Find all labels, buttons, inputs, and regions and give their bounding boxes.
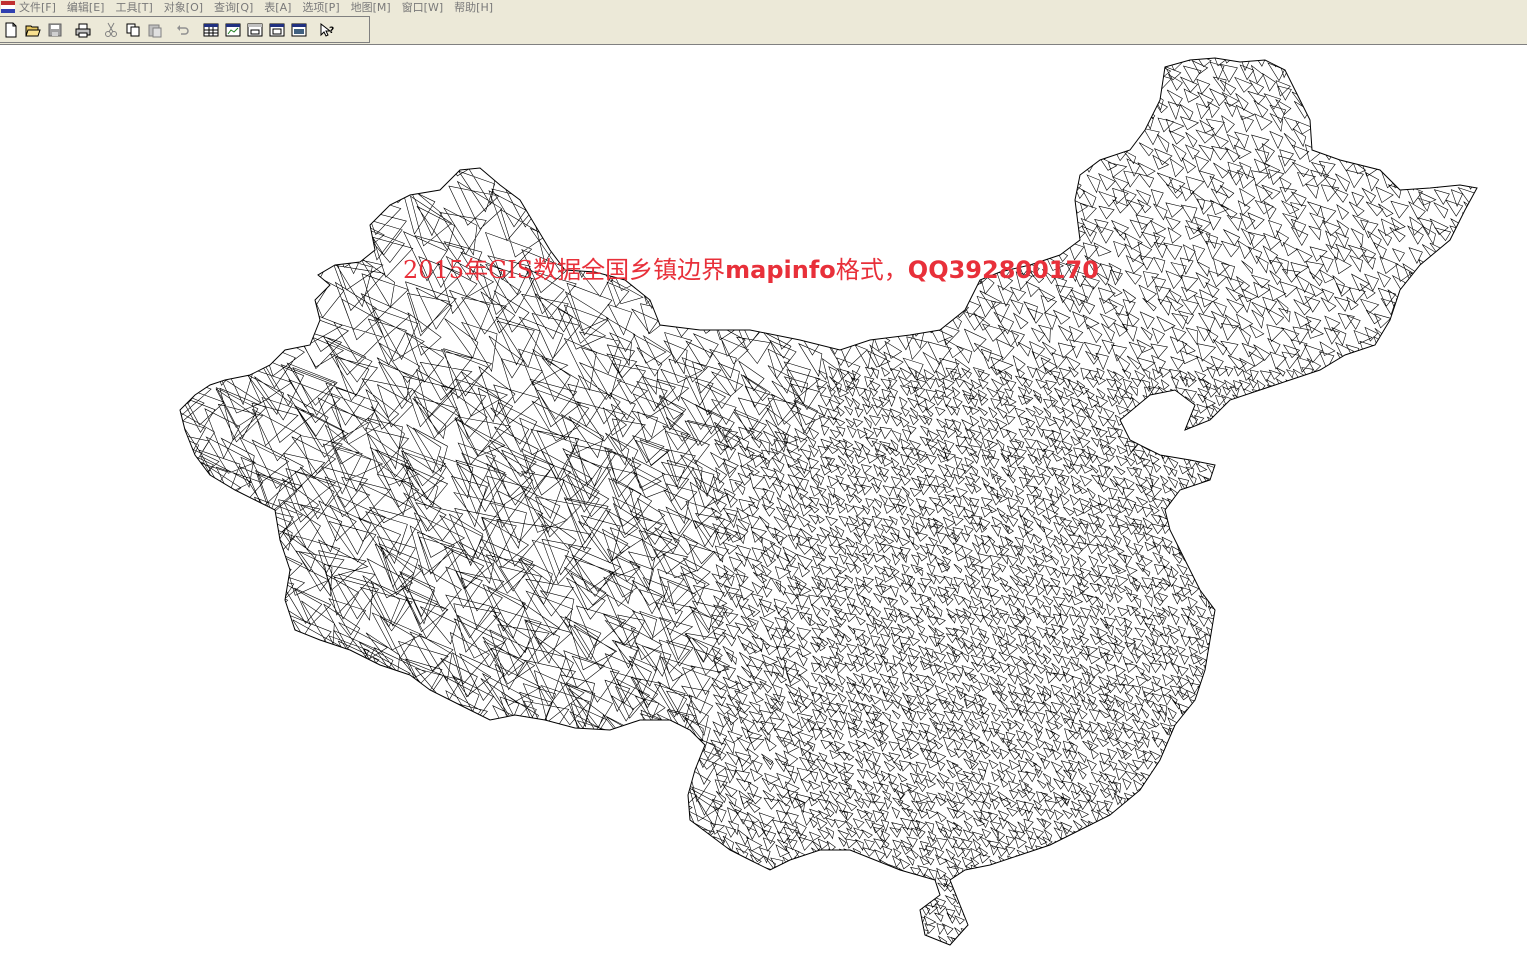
cut-button[interactable] [100, 19, 122, 41]
browser-icon [203, 23, 219, 36]
paste-button[interactable] [144, 19, 166, 41]
township-boundary-map[interactable] [0, 45, 1527, 980]
standard-toolbar: ? [0, 16, 370, 43]
township-boundaries [180, 58, 1477, 945]
menu-table[interactable]: 表[A] [264, 0, 291, 15]
toolbar-area: ? [0, 14, 1527, 45]
copy-button[interactable] [122, 19, 144, 41]
menu-tools[interactable]: 工具[T] [115, 0, 152, 15]
map-window-button[interactable] [222, 19, 244, 41]
menu-help[interactable]: 帮助[H] [454, 0, 493, 15]
paste-icon [148, 24, 162, 37]
redistrict-icon [291, 23, 307, 36]
menu-window[interactable]: 窗口[W] [402, 0, 443, 15]
print-button[interactable] [72, 19, 94, 41]
watermark-text: 2015年GIS数据全国乡镇边界mapinfo格式，QQ392800170 [403, 250, 1099, 285]
boundary-mesh [180, 58, 1477, 945]
print-icon [75, 23, 91, 37]
watermark-description: 数据全国乡镇边界 [533, 256, 726, 284]
cut-icon [105, 22, 117, 37]
watermark-year-gis: 2015年GIS [403, 256, 534, 284]
save-icon [48, 23, 62, 36]
menu-bar: 文件[F] 编辑[E] 工具[T] 对象[O] 查询[Q] 表[A] 选项[P]… [0, 0, 1527, 14]
layout-button[interactable] [266, 19, 288, 41]
open-button[interactable] [22, 19, 44, 41]
undo-icon [177, 24, 189, 35]
app-icon [1, 1, 15, 13]
new-button[interactable] [0, 19, 22, 41]
watermark-qq: QQ392800170 [907, 256, 1099, 284]
map-window-icon [225, 23, 241, 36]
help-pointer-icon: ? [320, 22, 334, 37]
open-icon [25, 25, 41, 36]
menu-edit[interactable]: 编辑[E] [67, 0, 105, 15]
save-button[interactable] [44, 19, 66, 41]
browser-button[interactable] [200, 19, 222, 41]
menu-query[interactable]: 查询[Q] [214, 0, 253, 15]
copy-icon [126, 23, 140, 36]
menu-map[interactable]: 地图[M] [351, 0, 391, 15]
undo-button[interactable] [172, 19, 194, 41]
layout-icon [269, 23, 285, 36]
menu-options[interactable]: 选项[P] [302, 0, 339, 15]
help-pointer-button[interactable]: ? [316, 19, 338, 41]
map-window[interactable]: 2015年GIS数据全国乡镇边界mapinfo格式，QQ392800170 [0, 45, 1527, 980]
redistrict-button[interactable] [288, 19, 310, 41]
new-icon [5, 22, 17, 37]
menu-objects[interactable]: 对象[O] [164, 0, 203, 15]
watermark-format: 格式， [835, 256, 908, 284]
svg-text:?: ? [329, 26, 334, 36]
graph-button[interactable] [244, 19, 266, 41]
graph-icon [247, 23, 263, 36]
watermark-mapinfo: mapinfo [725, 256, 836, 284]
menu-file[interactable]: 文件[F] [19, 0, 56, 15]
